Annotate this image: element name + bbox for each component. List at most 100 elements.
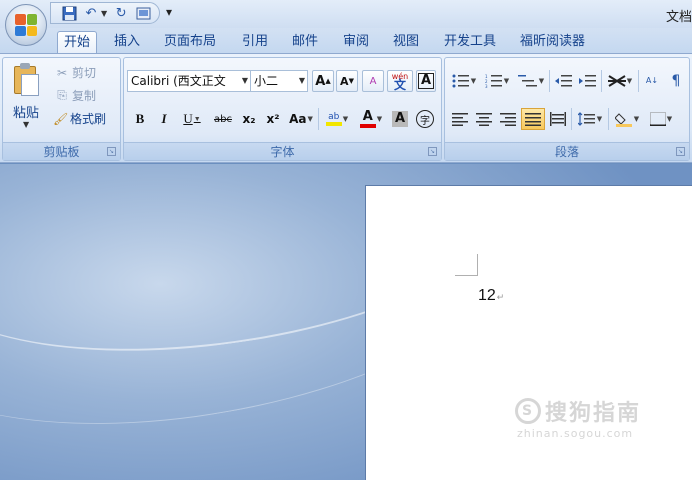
clipboard-launcher-icon[interactable]: ↘ — [107, 147, 116, 156]
chinese-layout-icon — [607, 75, 626, 87]
increase-indent-button[interactable] — [577, 70, 599, 92]
numbering-button[interactable]: 123 ▼ — [482, 70, 512, 92]
margin-corner-mark — [477, 254, 478, 276]
ribbon-tab-bar: 开始 插入 页面布局 引用 邮件 审阅 视图 开发工具 福昕阅读器 — [0, 28, 692, 53]
line-spacing-button[interactable]: ▼ — [574, 108, 606, 130]
text-highlight-button[interactable]: ab ▼ — [322, 108, 352, 130]
chevron-down-icon: ▼ — [503, 77, 510, 85]
watermark: S 搜狗指南 zhinan.sogou.com — [515, 395, 675, 455]
align-center-icon — [476, 112, 492, 126]
chevron-down-icon: ▼ — [666, 115, 673, 123]
redo-icon[interactable]: ↻ — [113, 5, 129, 21]
shrink-font-button[interactable]: A ▼ — [336, 70, 358, 92]
bold-button[interactable]: B — [130, 108, 150, 130]
superscript-button[interactable]: x² — [262, 108, 284, 130]
undo-dropdown-icon[interactable]: ▼ — [101, 9, 107, 18]
chevron-down-icon: ▼ — [342, 115, 349, 123]
bullets-icon — [452, 74, 469, 88]
clipboard-group: 粘贴 ▼ ✂ 剪切 ⎘ 复制 🖌 格式刷 剪贴板 ↘ — [2, 57, 121, 161]
distribute-icon — [550, 112, 566, 126]
borders-icon — [649, 112, 666, 126]
align-left-button[interactable] — [449, 108, 471, 130]
font-group: Calibri (西文正文 ▼ 小二 ▼ A ▲ A ▼ A wén 文 A B I… — [123, 57, 442, 161]
office-button[interactable] — [5, 4, 47, 46]
tab-developer[interactable]: 开发工具 — [444, 31, 496, 53]
increase-indent-icon — [579, 75, 596, 87]
tab-references[interactable]: 引用 — [242, 31, 268, 53]
chevron-down-icon: ▼ — [596, 115, 603, 123]
decrease-indent-button[interactable] — [553, 70, 575, 92]
decrease-indent-icon — [555, 75, 572, 87]
change-case-button[interactable]: Aa ▼ — [286, 108, 316, 130]
multilevel-list-button[interactable]: ▼ — [515, 70, 547, 92]
cut-button[interactable]: ✂ 剪切 — [55, 64, 96, 81]
sort-button[interactable]: A↓ — [641, 70, 663, 92]
bullets-button[interactable]: ▼ — [449, 70, 479, 92]
character-border-button[interactable]: A — [416, 70, 436, 92]
sogou-logo-icon: S — [515, 398, 541, 424]
align-center-button[interactable] — [473, 108, 495, 130]
align-right-button[interactable] — [497, 108, 519, 130]
font-name-dropdown[interactable]: Calibri (西文正文 ▼ — [127, 70, 251, 92]
quick-access-toolbar: ↶ ▼ ↻ — [50, 2, 161, 24]
tab-view[interactable]: 视图 — [393, 31, 419, 53]
subscript-button[interactable]: x₂ — [238, 108, 260, 130]
paragraph-group: ▼ 123 ▼ ▼ ▼ A↓ ¶ ▼ ▼ ▼ 段落 ↘ — [444, 57, 690, 161]
shading-button[interactable]: ▼ — [611, 108, 643, 130]
chevron-down-icon: ▼ — [241, 76, 248, 85]
numbering-icon: 123 — [485, 74, 502, 88]
chinese-layout-button[interactable]: ▼ — [604, 70, 636, 92]
paragraph-launcher-icon[interactable]: ↘ — [676, 147, 685, 156]
justify-button[interactable] — [521, 108, 545, 130]
font-color-button[interactable]: A ▼ — [356, 108, 386, 130]
tab-home[interactable]: 开始 — [57, 31, 98, 53]
svg-text:3: 3 — [485, 84, 488, 88]
window-title: 文档 — [665, 10, 692, 25]
chevron-down-icon: ▼ — [298, 76, 305, 85]
chevron-down-icon: ▼ — [376, 115, 383, 123]
tab-insert[interactable]: 插入 — [114, 31, 140, 53]
undo-icon[interactable]: ↶ — [83, 5, 99, 21]
format-painter-button[interactable]: 🖌 格式刷 — [53, 110, 106, 127]
paragraph-group-label: 段落 — [445, 142, 689, 160]
paintbrush-icon: 🖌 — [53, 111, 69, 126]
font-size-dropdown[interactable]: 小二 ▼ — [250, 70, 308, 92]
sort-icon: A↓ — [645, 76, 659, 85]
paste-button[interactable]: 粘贴 — [13, 102, 39, 121]
paste-dropdown-icon[interactable]: ▼ — [23, 120, 29, 129]
print-preview-icon[interactable] — [135, 5, 151, 21]
margin-corner-mark — [455, 275, 478, 276]
chevron-down-icon: ▼ — [538, 77, 545, 85]
grow-font-button[interactable]: A ▲ — [312, 70, 334, 92]
ribbon: 粘贴 ▼ ✂ 剪切 ⎘ 复制 🖌 格式刷 剪贴板 ↘ Calibri (西文正文… — [0, 53, 692, 163]
scissors-icon: ✂ — [56, 65, 68, 80]
save-icon[interactable] — [61, 5, 77, 21]
multilevel-list-icon — [517, 75, 537, 87]
font-group-label: 字体 — [124, 142, 441, 160]
paint-bucket-icon — [614, 113, 632, 127]
customize-qat-icon[interactable]: ▾ — [166, 5, 172, 19]
tab-mailings[interactable]: 邮件 — [292, 31, 318, 53]
chevron-down-icon: ▼ — [470, 77, 477, 85]
document-text[interactable]: 12↵ — [478, 287, 504, 305]
underline-button[interactable]: U ▼ — [178, 108, 206, 130]
tab-review[interactable]: 审阅 — [343, 31, 369, 53]
clear-formatting-button[interactable]: A — [362, 70, 384, 92]
distribute-button[interactable] — [547, 108, 569, 130]
font-launcher-icon[interactable]: ↘ — [428, 147, 437, 156]
enclose-characters-button[interactable]: 字 — [414, 108, 436, 130]
phonetic-guide-button[interactable]: wén 文 — [387, 70, 413, 92]
borders-button[interactable]: ▼ — [645, 108, 677, 130]
paste-icon[interactable] — [11, 62, 41, 96]
copy-button[interactable]: ⎘ 复制 — [55, 87, 96, 104]
italic-button[interactable]: I — [154, 108, 174, 130]
eraser-icon: A — [369, 75, 377, 87]
align-left-icon — [452, 112, 468, 126]
tab-page-layout[interactable]: 页面布局 — [164, 31, 216, 53]
show-formatting-marks-icon[interactable]: ¶ — [666, 70, 686, 92]
tab-foxit-reader[interactable]: 福昕阅读器 — [520, 31, 585, 53]
chevron-down-icon: ▼ — [307, 115, 313, 123]
strikethrough-button[interactable]: abc — [210, 108, 236, 130]
character-shading-button[interactable]: A — [390, 108, 410, 130]
office-logo-icon — [15, 14, 37, 36]
